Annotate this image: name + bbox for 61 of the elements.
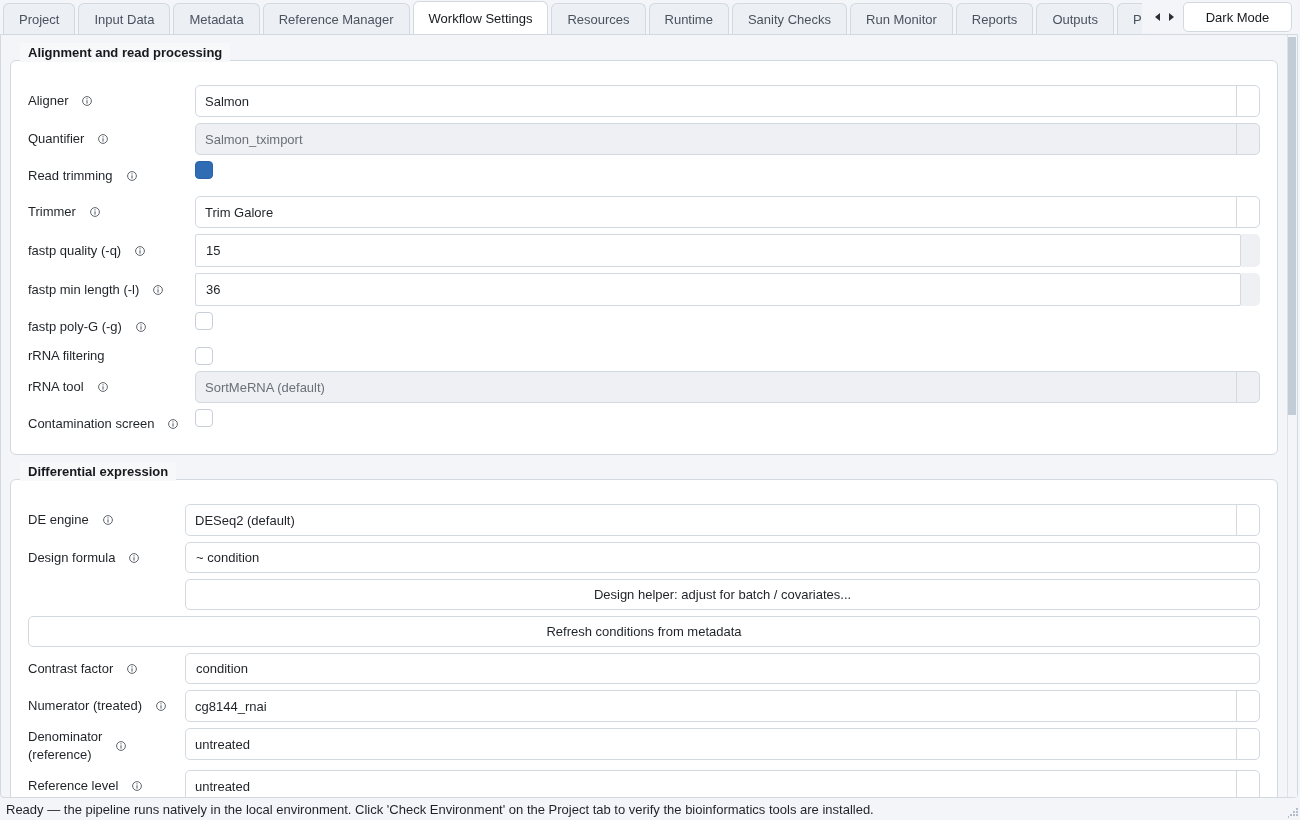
field-label: rRNA tool (28, 378, 84, 396)
group-title: Differential expression (20, 462, 177, 481)
field-label: fastp quality (-q) (28, 241, 122, 260)
tab[interactable]: Project (3, 3, 76, 34)
info-icon[interactable] (89, 207, 100, 217)
group-title: Alignment and read processing (20, 43, 231, 62)
field-label: Contrast factor (28, 659, 114, 678)
field-label: Numerator (treated) (28, 697, 143, 715)
action-button[interactable]: Refresh conditions from metadata (28, 616, 1260, 647)
status-text: Ready — the pipeline runs natively in the local environment. Click 'Check Environment' on the Project tab to verify the bioinformatics tools are installed. (6, 801, 874, 817)
tab[interactable]: Outputs (1036, 3, 1114, 34)
info-icon[interactable] (102, 515, 113, 525)
scrollbar-thumb[interactable] (1288, 37, 1296, 415)
scrollbar[interactable] (1287, 35, 1297, 797)
dropdown[interactable]: untreated (185, 728, 1260, 760)
scroll-right-icon[interactable] (1169, 13, 1174, 21)
dropdown[interactable]: cg8144_rnai (185, 690, 1260, 722)
tab[interactable]: Reports (955, 3, 1034, 34)
info-icon[interactable] (135, 321, 146, 332)
tab[interactable]: Resources (551, 3, 646, 34)
tab[interactable]: Reference Manager (262, 3, 410, 34)
info-icon[interactable] (82, 96, 93, 106)
action-button[interactable]: Design helper: adjust for batch / covariates... (185, 579, 1260, 610)
tab[interactable]: P (1116, 3, 1142, 34)
size-grip-icon[interactable] (1288, 808, 1298, 818)
info-icon[interactable] (129, 552, 140, 563)
tab[interactable]: Workflow Settings (412, 1, 549, 34)
field-label: Quantifier (28, 130, 85, 148)
info-icon[interactable] (116, 741, 127, 751)
field-label: rRNA filtering (28, 347, 105, 365)
info-icon[interactable] (168, 418, 179, 429)
dropdown[interactable]: DESeq2 (default) (185, 504, 1260, 536)
tab[interactable]: Metadata (173, 3, 260, 34)
field-label: Reference level (28, 777, 119, 795)
text-field[interactable]: ~ condition (185, 542, 1260, 573)
tab[interactable]: Input Data (78, 3, 171, 34)
dropdown[interactable]: Trim Galore (195, 196, 1260, 228)
field-label: Contamination screen (28, 414, 155, 433)
field-label: Trimmer (28, 203, 76, 221)
dark-mode-button[interactable]: Dark Mode (1183, 2, 1292, 32)
info-icon[interactable] (135, 245, 146, 256)
field-label: Denominator (reference) (28, 728, 103, 764)
field-label: Design formula (28, 548, 116, 567)
field-label: Aligner (28, 92, 69, 110)
info-icon[interactable] (132, 781, 143, 791)
info-icon[interactable] (127, 663, 138, 674)
info-icon[interactable] (126, 170, 137, 181)
info-icon[interactable] (153, 284, 164, 295)
text-field[interactable]: condition (185, 653, 1260, 684)
tab[interactable]: Runtime (648, 3, 729, 34)
info-icon[interactable] (156, 701, 167, 711)
tab[interactable]: Run Monitor (850, 3, 953, 34)
field-label: DE engine (28, 511, 89, 529)
tab[interactable]: Sanity Checks (731, 3, 848, 34)
field-label: Read trimming (28, 166, 113, 185)
dropdown[interactable]: untreated (185, 770, 1260, 797)
field-label: fastp poly-G (-g) (28, 317, 122, 336)
dropdown[interactable]: Salmon (195, 85, 1260, 117)
field-label: fastp min length (-l) (28, 280, 140, 299)
scroll-left-icon[interactable] (1155, 13, 1160, 21)
checkbox[interactable] (195, 161, 213, 179)
